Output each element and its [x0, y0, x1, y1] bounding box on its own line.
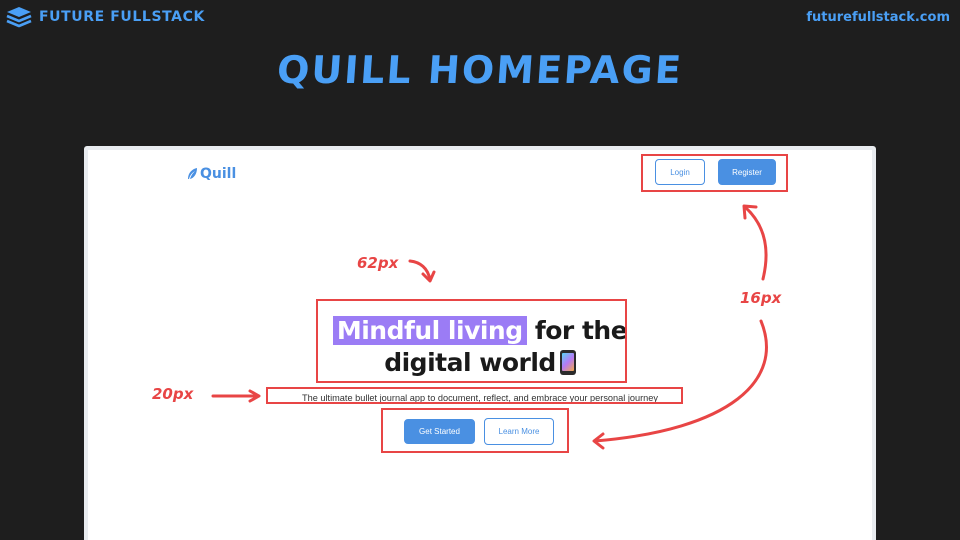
nav-buttons-annotation [641, 154, 788, 192]
quill-logo-text: Quill [200, 166, 237, 182]
layers-icon [6, 7, 32, 28]
title-size-label: 62px [357, 254, 399, 272]
slide-title: QUILL HOMEPAGE [275, 48, 685, 92]
feather-icon [188, 168, 197, 179]
cta-buttons-annotation [381, 408, 569, 453]
quill-logo[interactable]: Quill [186, 166, 236, 182]
button-size-label: 16px [740, 289, 782, 307]
site-url[interactable]: futurefullstack.com [806, 10, 950, 25]
subtitle-annotation [266, 387, 683, 404]
subtitle-size-label: 20px [152, 385, 194, 403]
brand-name: FUTURE FULLSTACK [39, 9, 205, 25]
brand: FUTURE FULLSTACK [6, 6, 205, 28]
hero-title-annotation [316, 299, 627, 383]
